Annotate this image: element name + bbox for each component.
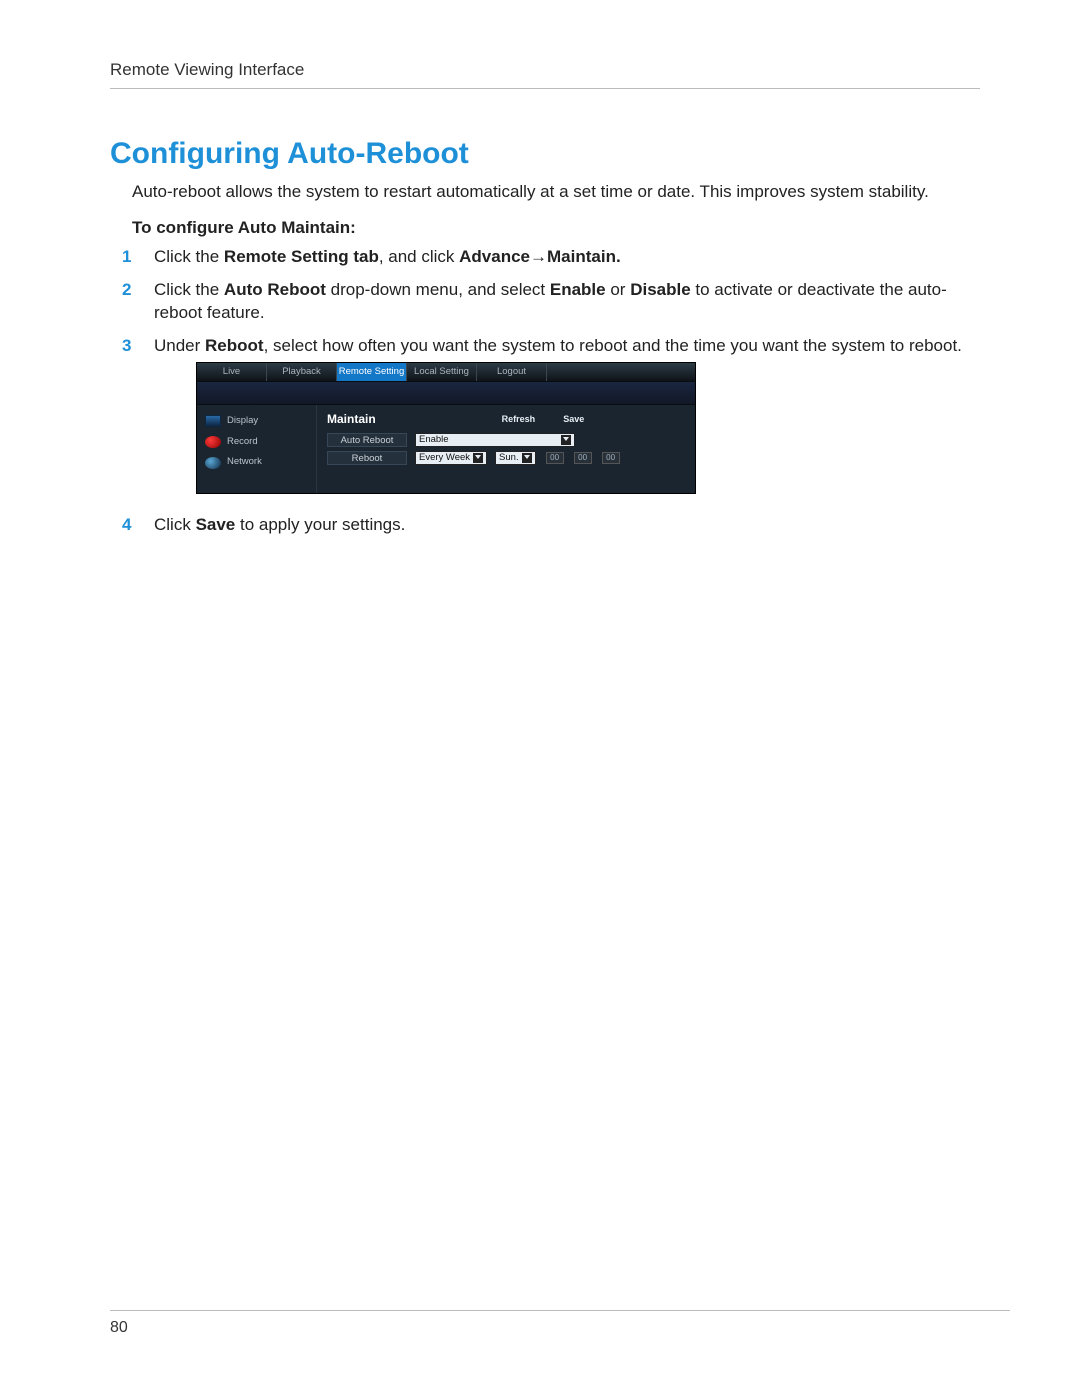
chevron-down-icon xyxy=(473,453,483,463)
reboot-freq-dropdown[interactable]: Every Week xyxy=(415,451,487,465)
monitor-icon xyxy=(205,415,221,427)
page-header: Remote Viewing Interface xyxy=(110,60,980,89)
record-icon xyxy=(205,436,221,448)
reboot-hour[interactable]: 00 xyxy=(546,452,564,464)
step-4-body: Click Save to apply your settings. xyxy=(154,514,980,537)
panel-title: Maintain xyxy=(327,411,376,427)
reboot-label: Reboot xyxy=(327,451,407,465)
tab-remote-setting[interactable]: Remote Setting xyxy=(337,363,407,381)
save-button[interactable]: Save xyxy=(563,413,584,425)
dropdown-value: Every Week xyxy=(419,452,470,464)
refresh-button[interactable]: Refresh xyxy=(502,413,536,425)
step-number: 3 xyxy=(122,335,138,504)
reboot-day-dropdown[interactable]: Sun. xyxy=(495,451,536,465)
step-number: 2 xyxy=(122,279,138,325)
sidebar-item-network[interactable]: Network xyxy=(197,452,316,473)
page-title: Configuring Auto-Reboot xyxy=(110,137,980,171)
tab-playback[interactable]: Playback xyxy=(267,363,337,381)
reboot-second[interactable]: 00 xyxy=(602,452,620,464)
step-number: 1 xyxy=(122,246,138,269)
page-footer: 80 xyxy=(110,1310,1010,1337)
maintain-screenshot: Live Playback Remote Setting Local Setti… xyxy=(196,362,696,494)
reboot-minute[interactable]: 00 xyxy=(574,452,592,464)
sidebar-item-label: Network xyxy=(227,456,262,469)
auto-reboot-dropdown[interactable]: Enable xyxy=(415,433,575,447)
tab-local-setting[interactable]: Local Setting xyxy=(407,363,477,381)
chevron-down-icon xyxy=(522,453,532,463)
top-tabs: Live Playback Remote Setting Local Setti… xyxy=(197,363,695,381)
page-number: 80 xyxy=(110,1319,128,1336)
subheading: To configure Auto Maintain: xyxy=(132,218,980,238)
sidebar: Display Record Network xyxy=(197,405,317,493)
tab-logout[interactable]: Logout xyxy=(477,363,547,381)
toolbar-band xyxy=(197,381,695,405)
step-number: 4 xyxy=(122,514,138,537)
globe-icon xyxy=(205,457,221,469)
step-3-body: Under Reboot, select how often you want … xyxy=(154,335,980,504)
sidebar-item-label: Record xyxy=(227,436,258,449)
dropdown-value: Enable xyxy=(419,434,449,446)
sidebar-item-label: Display xyxy=(227,415,258,428)
dropdown-value: Sun. xyxy=(499,452,519,464)
step-2-body: Click the Auto Reboot drop-down menu, an… xyxy=(154,279,980,325)
sidebar-item-record[interactable]: Record xyxy=(197,432,316,453)
sidebar-item-display[interactable]: Display xyxy=(197,411,316,432)
intro-text: Auto-reboot allows the system to restart… xyxy=(132,181,980,204)
tab-live[interactable]: Live xyxy=(197,363,267,381)
auto-reboot-label: Auto Reboot xyxy=(327,433,407,447)
chevron-down-icon xyxy=(561,435,571,445)
step-1-body: Click the Remote Setting tab, and click … xyxy=(154,246,980,269)
